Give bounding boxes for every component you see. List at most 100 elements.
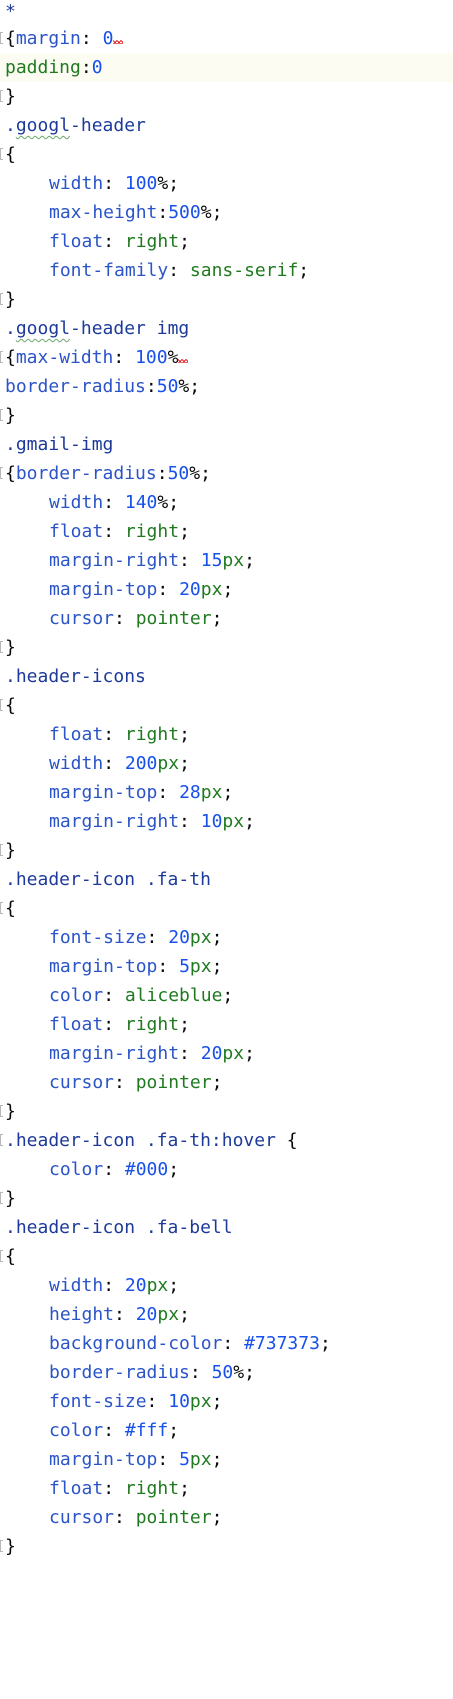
- code-token: background-color: [49, 1333, 223, 1354]
- code-token: float: [49, 521, 104, 542]
- code-line[interactable]: }: [0, 836, 453, 865]
- fold-marker-icon[interactable]: [0, 32, 3, 44]
- fold-marker-icon[interactable]: [0, 699, 3, 711]
- code-token: {: [5, 28, 16, 49]
- code-line[interactable]: margin-top: 5px;: [0, 1445, 453, 1474]
- code-token: px: [222, 1043, 245, 1064]
- code-line[interactable]: .gmail-img: [0, 430, 453, 459]
- code-line[interactable]: width: 20px;: [0, 1271, 453, 1300]
- code-token: :: [179, 1043, 201, 1064]
- code-line[interactable]: float: right;: [0, 720, 453, 749]
- code-line[interactable]: cursor: pointer;: [0, 1068, 453, 1097]
- code-line[interactable]: float: right;: [0, 517, 453, 546]
- fold-marker-icon[interactable]: [0, 1105, 3, 1117]
- code-editor[interactable]: * {margin: 0 padding:0} .googl-header{width…: [0, 0, 453, 1699]
- code-token: ;: [179, 521, 190, 542]
- code-line[interactable]: }: [0, 82, 453, 111]
- fold-marker-icon[interactable]: [0, 844, 3, 856]
- code-line[interactable]: margin-right: 15px;: [0, 546, 453, 575]
- code-token: }: [5, 289, 16, 310]
- code-line[interactable]: {: [0, 691, 453, 720]
- code-line[interactable]: border-radius:50%;: [0, 372, 453, 401]
- code-line[interactable]: }: [0, 401, 453, 430]
- code-token: aliceblue: [124, 985, 223, 1006]
- code-line[interactable]: margin-right: 20px;: [0, 1039, 453, 1068]
- fold-marker-icon[interactable]: [0, 1134, 3, 1146]
- code-token: border-radius: [15, 463, 157, 484]
- code-line[interactable]: .googl-header: [0, 111, 453, 140]
- fold-marker-icon[interactable]: [0, 641, 3, 653]
- code-line[interactable]: }: [0, 1097, 453, 1126]
- code-line[interactable]: cursor: pointer;: [0, 604, 453, 633]
- code-line[interactable]: font-size: 10px;: [0, 1387, 453, 1416]
- fold-marker-icon[interactable]: [0, 90, 3, 102]
- code-line[interactable]: margin-top: 28px;: [0, 778, 453, 807]
- code-line[interactable]: border-radius: 50%;: [0, 1358, 453, 1387]
- code-token: px: [189, 956, 212, 977]
- code-line[interactable]: float: right;: [0, 227, 453, 256]
- code-line[interactable]: cursor: pointer;: [0, 1503, 453, 1532]
- code-line[interactable]: }: [0, 633, 453, 662]
- code-line[interactable]: max-height:500%;: [0, 198, 453, 227]
- code-line[interactable]: {: [0, 1242, 453, 1271]
- code-line-current[interactable]: padding:0: [0, 53, 453, 82]
- code-line[interactable]: height: 20px;: [0, 1300, 453, 1329]
- fold-marker-icon[interactable]: [0, 902, 3, 914]
- code-line[interactable]: .header-icon .fa-th:hover {: [0, 1126, 453, 1155]
- code-token: #737373: [244, 1333, 320, 1354]
- code-line[interactable]: margin-right: 10px;: [0, 807, 453, 836]
- code-line[interactable]: }: [0, 285, 453, 314]
- code-line[interactable]: {: [0, 894, 453, 923]
- code-token: :: [113, 347, 136, 368]
- code-line[interactable]: margin-top: 5px;: [0, 952, 453, 981]
- code-token: margin-right: [49, 550, 180, 571]
- fold-marker-icon[interactable]: [0, 293, 3, 305]
- fold-marker-icon[interactable]: [0, 1250, 3, 1262]
- code-token: }: [5, 86, 16, 107]
- code-token: :: [103, 1420, 125, 1441]
- code-line[interactable]: color: #000;: [0, 1155, 453, 1184]
- code-token: px: [200, 579, 223, 600]
- code-token: .header-icon .fa-th: [5, 869, 211, 890]
- code-line[interactable]: }: [0, 1532, 453, 1561]
- code-line[interactable]: float: right;: [0, 1474, 453, 1503]
- code-line[interactable]: {border-radius:50%;: [0, 459, 453, 488]
- code-token: :: [103, 173, 125, 194]
- code-line[interactable]: {margin: 0: [0, 24, 453, 53]
- code-line[interactable]: }: [0, 1184, 453, 1213]
- code-line[interactable]: font-family: sans-serif;: [0, 256, 453, 285]
- code-line[interactable]: color: aliceblue;: [0, 981, 453, 1010]
- code-token: px: [222, 550, 245, 571]
- code-token: width: [49, 753, 104, 774]
- fold-marker-icon[interactable]: [0, 1540, 3, 1552]
- code-token: color: [49, 1420, 104, 1441]
- code-line[interactable]: width: 140%;: [0, 488, 453, 517]
- fold-marker-icon[interactable]: [0, 409, 3, 421]
- code-line[interactable]: font-size: 20px;: [0, 923, 453, 952]
- code-token: font-family: [49, 260, 169, 281]
- fold-marker-icon[interactable]: [0, 467, 3, 479]
- code-line[interactable]: width: 200px;: [0, 749, 453, 778]
- code-line[interactable]: width: 100%;: [0, 169, 453, 198]
- code-line[interactable]: {max-width: 100%: [0, 343, 453, 372]
- fold-marker-icon[interactable]: [0, 1192, 3, 1204]
- code-line[interactable]: background-color: #737373;: [0, 1329, 453, 1358]
- code-line[interactable]: color: #fff;: [0, 1416, 453, 1445]
- code-line[interactable]: {: [0, 140, 453, 169]
- code-token: float: [49, 231, 104, 252]
- code-line[interactable]: *: [0, 0, 453, 24]
- code-token: right: [124, 724, 180, 745]
- code-token: :: [103, 1478, 125, 1499]
- code-line[interactable]: .googl-header img: [0, 314, 453, 343]
- fold-marker-icon[interactable]: [0, 351, 3, 363]
- code-token: margin-top: [49, 579, 158, 600]
- code-token: :: [146, 1391, 169, 1412]
- code-token: ;: [319, 1333, 331, 1354]
- code-line[interactable]: .header-icon .fa-th: [0, 865, 453, 894]
- code-line[interactable]: float: right;: [0, 1010, 453, 1039]
- code-line[interactable]: .header-icons: [0, 662, 453, 691]
- code-line[interactable]: margin-top: 20px;: [0, 575, 453, 604]
- error-squiggle-icon: [113, 38, 124, 44]
- fold-marker-icon[interactable]: [0, 148, 3, 160]
- code-line[interactable]: .header-icon .fa-bell: [0, 1213, 453, 1242]
